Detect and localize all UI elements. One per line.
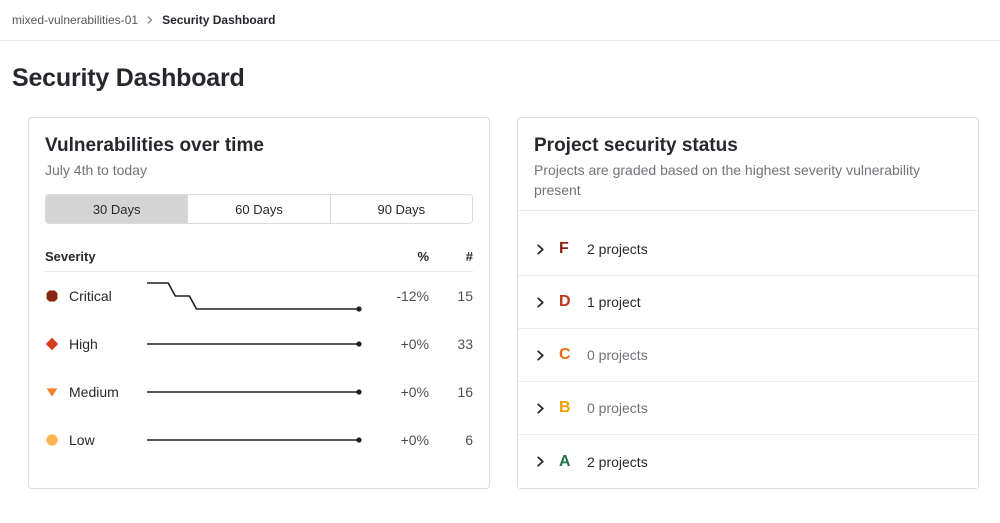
grade-project-count: 1 project [587, 294, 641, 310]
severity-count: 6 [429, 432, 473, 448]
range-90-days-button[interactable]: 90 Days [330, 195, 472, 223]
vulnerabilities-card-title: Vulnerabilities over time [45, 134, 473, 158]
vulnerabilities-over-time-card: Vulnerabilities over time July 4th to to… [28, 117, 490, 489]
chevron-right-icon [535, 403, 546, 414]
grade-list: F 2 projects D 1 project C 0 projects [518, 211, 978, 488]
chevron-right-icon [535, 297, 546, 308]
severity-column-header: Severity [45, 249, 364, 264]
severity-change-percent: +0% [364, 432, 429, 448]
chevron-right-icon [535, 456, 546, 467]
low-trend-sparkline [146, 422, 364, 458]
grade-row-b[interactable]: B 0 projects [518, 382, 978, 435]
medium-severity-icon [45, 385, 59, 399]
dashboard-cards: Vulnerabilities over time July 4th to to… [28, 117, 979, 489]
severity-label: Medium [69, 384, 146, 400]
grade-letter: C [559, 346, 574, 364]
grade-letter: F [559, 240, 574, 258]
severity-label: Low [69, 432, 146, 448]
page-title: Security Dashboard [12, 62, 988, 94]
grade-project-count: 0 projects [587, 347, 648, 363]
grade-row-f[interactable]: F 2 projects [518, 223, 978, 276]
critical-trend-sparkline [146, 278, 364, 314]
grade-letter: B [559, 399, 574, 417]
chevron-right-icon [535, 244, 546, 255]
medium-trend-sparkline [146, 374, 364, 410]
chevron-right-icon [146, 16, 154, 24]
severity-count: 16 [429, 384, 473, 400]
percent-column-header: % [364, 249, 429, 264]
severity-table: Severity % # Critical -12% 15 High +0% [45, 244, 473, 464]
severity-row-critical: Critical -12% 15 [45, 272, 473, 320]
status-card-title: Project security status [534, 134, 962, 158]
breadcrumb-item-current: Security Dashboard [162, 13, 275, 27]
grade-project-count: 2 projects [587, 241, 648, 257]
severity-count: 33 [429, 336, 473, 352]
vulnerabilities-card-subtitle: July 4th to today [45, 160, 473, 180]
breadcrumb-item-project[interactable]: mixed-vulnerabilities-01 [12, 13, 138, 27]
count-column-header: # [429, 249, 473, 264]
severity-count: 15 [429, 288, 473, 304]
grade-project-count: 2 projects [587, 454, 648, 470]
chevron-right-icon [535, 350, 546, 361]
severity-row-medium: Medium +0% 16 [45, 368, 473, 416]
project-security-status-card: Project security status Projects are gra… [517, 117, 979, 489]
severity-change-percent: +0% [364, 336, 429, 352]
high-severity-icon [45, 337, 59, 351]
range-60-days-button[interactable]: 60 Days [187, 195, 329, 223]
grade-row-c[interactable]: C 0 projects [518, 329, 978, 382]
critical-severity-icon [45, 289, 59, 303]
severity-change-percent: +0% [364, 384, 429, 400]
severity-table-header: Severity % # [45, 244, 473, 272]
grade-project-count: 0 projects [587, 400, 648, 416]
grade-row-d[interactable]: D 1 project [518, 276, 978, 329]
severity-label: Critical [69, 288, 146, 304]
severity-row-low: Low +0% 6 [45, 416, 473, 464]
range-30-days-button[interactable]: 30 Days [46, 195, 187, 223]
high-trend-sparkline [146, 326, 364, 362]
day-range-button-group: 30 Days 60 Days 90 Days [45, 194, 473, 224]
low-severity-icon [45, 433, 59, 447]
grade-row-a[interactable]: A 2 projects [518, 435, 978, 488]
grade-letter: A [559, 453, 574, 471]
breadcrumb: mixed-vulnerabilities-01 Security Dashbo… [0, 0, 1000, 41]
grade-letter: D [559, 293, 574, 311]
severity-label: High [69, 336, 146, 352]
status-card-subtitle: Projects are graded based on the highest… [534, 160, 962, 200]
severity-change-percent: -12% [364, 288, 429, 304]
severity-row-high: High +0% 33 [45, 320, 473, 368]
